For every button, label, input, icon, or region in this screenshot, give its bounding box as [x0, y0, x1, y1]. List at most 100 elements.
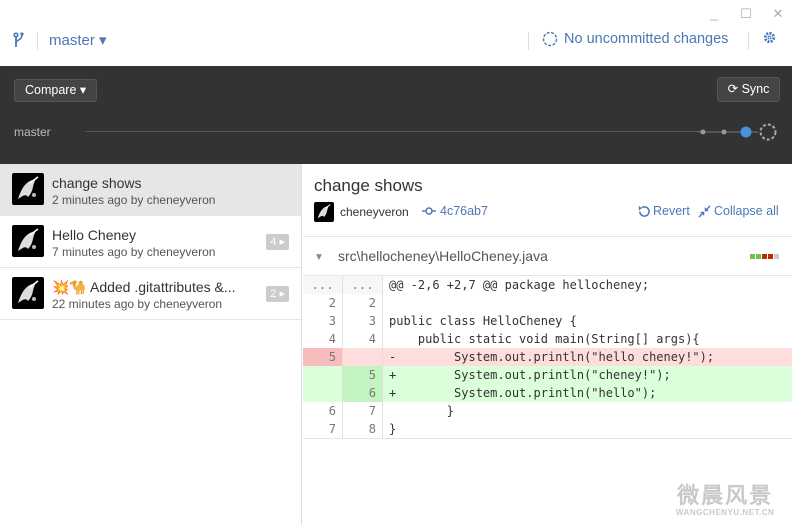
watermark-logo: 微晨风景 WANGCHENYU.NET.CN — [676, 483, 775, 518]
diffstat-block — [774, 254, 779, 259]
diffstat-block — [756, 254, 761, 259]
code-text: public class HelloCheney { — [389, 314, 577, 328]
code-text: public static void main(String[] args){ — [389, 332, 700, 346]
sync-label: Sync — [741, 82, 770, 96]
code-text: } — [389, 404, 455, 418]
divider — [528, 32, 529, 50]
commit-sha-link[interactable]: 4c76ab7 — [422, 204, 488, 218]
loading-circle-icon — [542, 31, 558, 47]
new-line-number: 8 — [343, 420, 383, 438]
diff-line: 7 8} — [303, 420, 792, 438]
branch-selector[interactable]: master ▾ — [49, 31, 107, 49]
new-line-number — [343, 348, 383, 366]
old-line-number — [303, 366, 343, 384]
author-name: cheneyveron — [340, 205, 409, 219]
uncommitted-label: No uncommitted changes — [564, 31, 729, 47]
revert-button[interactable]: Revert — [637, 204, 690, 218]
diff-view: ...... @@ -2,6 +2,7 @@ package hellochene… — [303, 276, 792, 439]
commit-item-meta: 7 minutes ago by cheneyveron — [52, 245, 216, 259]
commit-item-meta: 2 minutes ago by cheneyveron — [52, 193, 216, 207]
maximize-button[interactable]: ☐ — [740, 6, 752, 22]
code-text: + System.out.println("cheney!"); — [389, 368, 671, 382]
new-line-number: 6 — [343, 384, 383, 402]
diffstat-block — [762, 254, 767, 259]
old-line-number: 7 — [303, 420, 343, 438]
commit-item-meta: 22 minutes ago by cheneyveron — [52, 297, 223, 311]
diff-line: 3 3 public class HelloCheney { — [303, 312, 792, 330]
commit-detail: change shows cheneyveron 4c76ab7 Revert … — [303, 164, 792, 525]
diffstat-block — [768, 254, 773, 259]
old-line-number: 5 — [303, 348, 343, 366]
diff-line: 44 public static void main(String[] args… — [303, 330, 792, 348]
commit-timeline[interactable] — [85, 131, 705, 132]
new-line-number: 4 — [343, 330, 383, 348]
old-line-number: ... — [303, 276, 343, 294]
commit-sha: 4c76ab7 — [440, 204, 488, 218]
watermark-text: 微晨风景 — [677, 483, 774, 508]
file-path: src\hellocheney\HelloCheney.java — [338, 248, 548, 264]
close-button[interactable]: ✕ — [772, 6, 784, 22]
minimize-button[interactable]: _ — [708, 6, 720, 22]
avatar — [314, 202, 334, 222]
uncommitted-changes-button[interactable]: No uncommitted changes — [542, 31, 728, 47]
comparison-header: Compare ▾ ⟳ Sync master — [0, 66, 792, 164]
revert-label: Revert — [653, 204, 690, 218]
branch-icon[interactable] — [12, 31, 26, 54]
commit-list-item[interactable]: change shows 2 minutes ago by cheneyveron — [0, 164, 301, 216]
diff-line: ...... @@ -2,6 +2,7 @@ package hellochene… — [303, 276, 792, 294]
revert-icon — [638, 205, 650, 217]
commit-icon — [422, 207, 436, 215]
new-line-number: 2 — [343, 294, 383, 312]
avatar — [12, 277, 44, 309]
old-line-number — [303, 384, 343, 402]
timeline-commit-dots[interactable] — [698, 122, 780, 142]
diff-line: 22 — [303, 294, 792, 312]
commit-list-item[interactable]: 💥🐪 Added .gitattributes &... 22 minutes a… — [0, 268, 301, 320]
divider — [748, 32, 749, 50]
diff-line: 6 + System.out.println("hello"); — [303, 384, 792, 402]
new-line-number: ... — [343, 276, 383, 294]
file-header[interactable]: ▼ src\hellocheney\HelloCheney.java — [303, 236, 792, 276]
commit-list-item[interactable]: Hello Cheney 7 minutes ago by cheneyveron… — [0, 216, 301, 268]
new-line-number: 3 — [343, 312, 383, 330]
commit-title: change shows — [314, 176, 423, 195]
watermark-subtext: WANGCHENYU.NET.CN — [676, 508, 775, 517]
avatar — [12, 173, 44, 205]
commit-item-title: Hello Cheney — [52, 227, 137, 243]
commit-item-title: change shows — [52, 175, 142, 191]
compare-button[interactable]: Compare ▾ — [14, 79, 98, 102]
sync-button[interactable]: ⟳ Sync — [717, 77, 780, 102]
code-text: - System.out.println("hello cheney!"); — [389, 350, 715, 364]
timeline-branch-label: master — [14, 125, 51, 139]
commit-count-badge[interactable]: 2 ▸ — [266, 286, 289, 302]
divider — [37, 32, 38, 50]
commit-list: change shows 2 minutes ago by cheneyveron… — [0, 164, 302, 525]
diff-line: 5 + System.out.println("cheney!"); — [303, 366, 792, 384]
old-line-number: 2 — [303, 294, 343, 312]
code-text: + System.out.println("hello"); — [389, 386, 657, 400]
commit-count-badge[interactable]: 4 ▸ — [266, 234, 289, 250]
window-controls: _ ☐ ✕ — [708, 6, 784, 22]
old-line-number: 4 — [303, 330, 343, 348]
gear-icon[interactable] — [762, 30, 777, 50]
diffstat-bar — [750, 254, 779, 259]
diff-end-divider — [303, 438, 792, 439]
code-text: @@ -2,6 +2,7 @@ package hellocheney; — [389, 278, 650, 292]
expand-caret-icon[interactable]: ▼ — [314, 252, 324, 263]
new-line-number: 5 — [343, 366, 383, 384]
avatar — [12, 225, 44, 257]
diff-line: 67 } — [303, 402, 792, 420]
new-line-number: 7 — [343, 402, 383, 420]
collapse-all-button[interactable]: Collapse all — [698, 204, 779, 218]
commit-item-title: 💥🐪 Added .gitattributes &... — [52, 279, 236, 295]
old-line-number: 6 — [303, 402, 343, 420]
collapse-icon — [698, 204, 711, 218]
top-bar: master ▾ No uncommitted changes — [0, 24, 792, 66]
diffstat-block — [750, 254, 755, 259]
collapse-label: Collapse all — [714, 204, 779, 218]
code-text: } — [389, 422, 397, 436]
old-line-number: 3 — [303, 312, 343, 330]
diff-line: 5 - System.out.println("hello cheney!"); — [303, 348, 792, 366]
sync-icon: ⟳ — [727, 82, 739, 96]
